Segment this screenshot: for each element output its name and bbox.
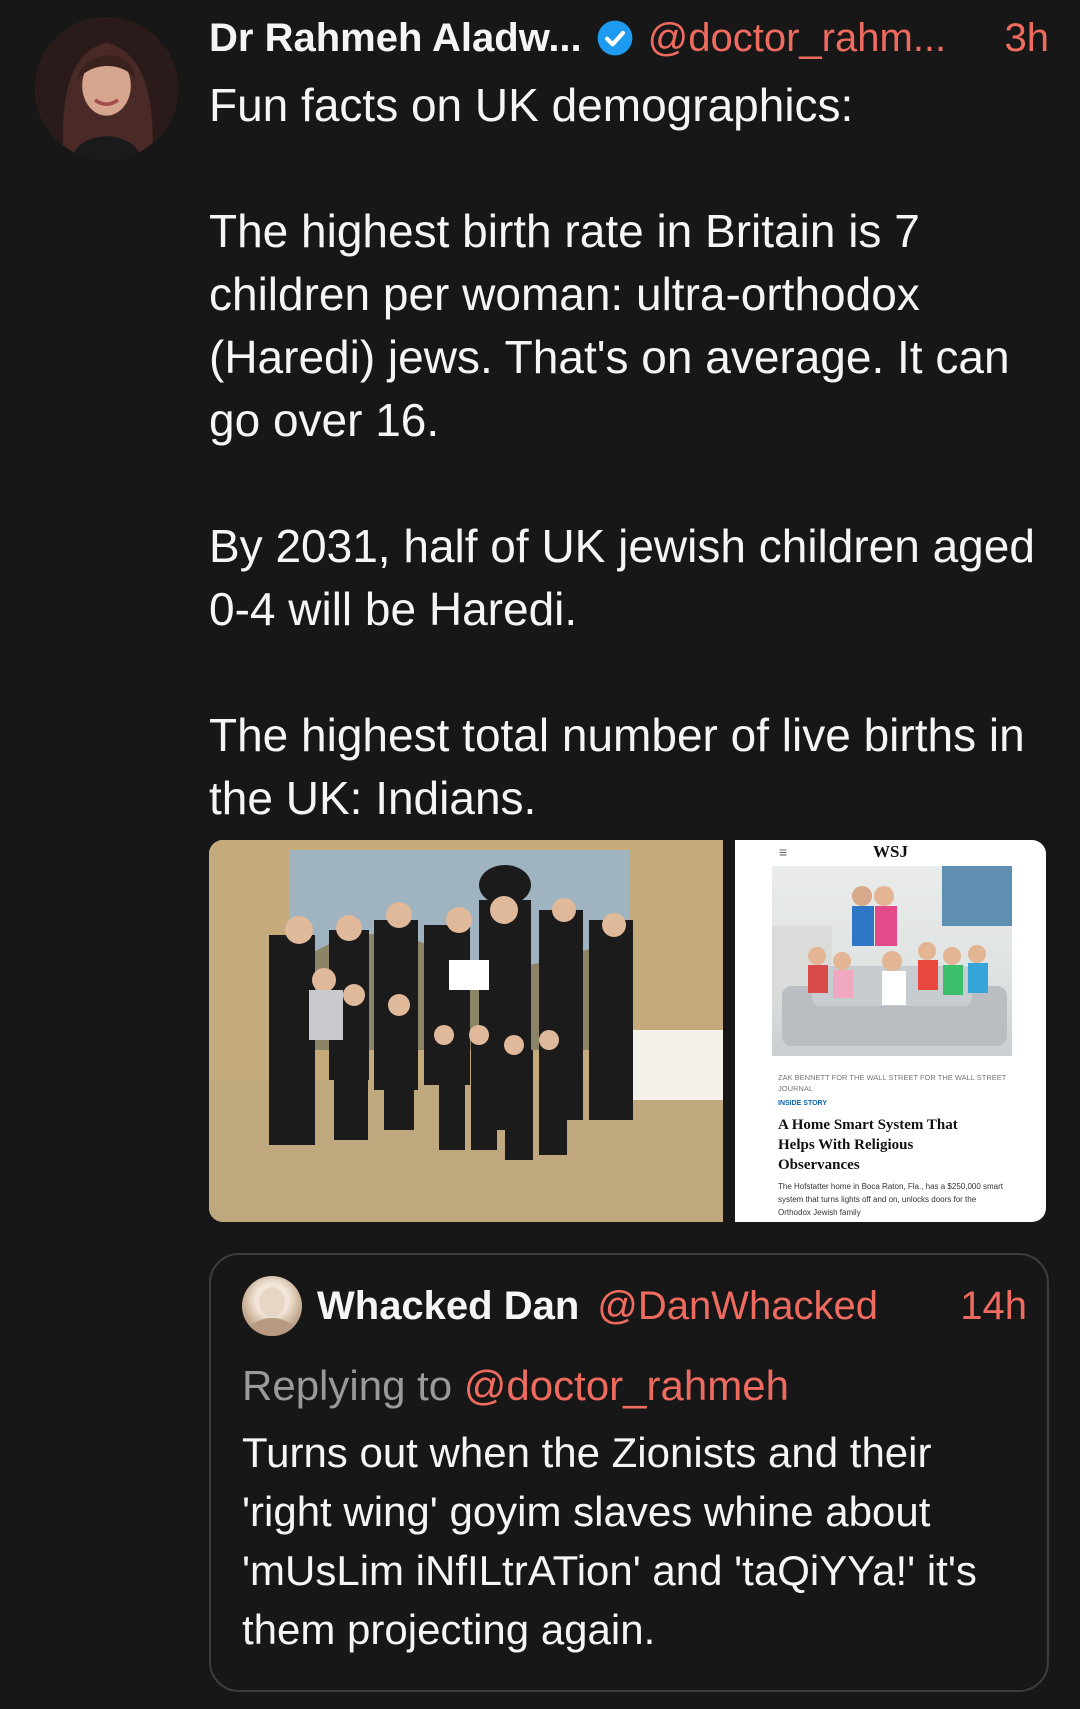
- quoted-tweet-header: Whacked Dan @DanWhacked 14h: [317, 1277, 1027, 1335]
- tweet-paragraph: Fun facts on UK demographics:: [209, 79, 854, 131]
- wsj-photo-credit: ZAK BENNETT FOR THE WALL STREET FOR THE …: [778, 1073, 1007, 1093]
- tweet-header: Dr Rahmeh Aladw... @doctor_rahm... 3h: [209, 8, 1049, 68]
- wsj-logo: WSJ: [873, 842, 908, 861]
- quoted-author-handle[interactable]: @DanWhacked: [597, 1284, 878, 1329]
- wsj-dek: The Hofstatter home in Boca Raton, Fla.,…: [778, 1182, 1004, 1217]
- tweet-paragraph: The highest total number of live births …: [209, 709, 1025, 824]
- verified-badge-icon: [596, 19, 634, 57]
- quoted-tweet[interactable]: Whacked Dan @DanWhacked 14h Replying to …: [209, 1253, 1049, 1692]
- wsj-article-photo: [772, 866, 1012, 1056]
- replying-to-label: Replying to: [242, 1362, 453, 1409]
- tweet-timestamp[interactable]: 3h: [1005, 16, 1050, 61]
- wsj-kicker: INSIDE STORY: [778, 1100, 828, 1107]
- quoted-tweet-timestamp[interactable]: 14h: [960, 1284, 1027, 1329]
- tweet-body: Fun facts on UK demographics: The highes…: [209, 74, 1049, 830]
- quoted-tweet-text: Turns out when the Zionists and their 'r…: [242, 1429, 977, 1653]
- tweet-paragraph: The highest birth rate in Britain is 7 c…: [209, 205, 1010, 446]
- replying-to-mention[interactable]: @doctor_rahmeh: [464, 1362, 789, 1409]
- tweet-paragraph: By 2031, half of UK jewish children aged…: [209, 520, 1035, 635]
- quoted-author-avatar[interactable]: [242, 1276, 302, 1336]
- author-avatar[interactable]: [35, 17, 178, 160]
- wsj-article-screenshot[interactable]: ≡ WSJ ZAK BENNETT FOR THE WALL STREET FO…: [735, 840, 1046, 1222]
- replying-to: Replying to @doctor_rahmeh: [242, 1358, 789, 1414]
- author-name[interactable]: Dr Rahmeh Aladw...: [209, 16, 582, 61]
- family-photo[interactable]: [209, 840, 723, 1222]
- media-gallery: ≡ WSJ ZAK BENNETT FOR THE WALL STREET FO…: [209, 840, 1046, 1222]
- quoted-author-name[interactable]: Whacked Dan: [317, 1284, 579, 1329]
- author-handle[interactable]: @doctor_rahm...: [648, 16, 947, 61]
- wsj-headline: A Home Smart System That Helps With Reli…: [778, 1117, 958, 1173]
